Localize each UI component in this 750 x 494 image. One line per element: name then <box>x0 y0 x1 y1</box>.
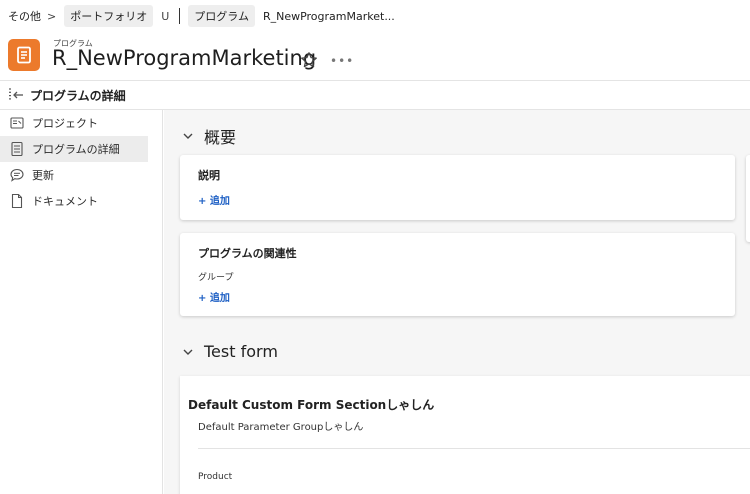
test-form-section-header[interactable]: Test form <box>182 342 278 361</box>
details-icon <box>11 141 23 157</box>
more-options-icon[interactable]: ••• <box>330 54 354 68</box>
description-card: 説明 + 追加 <box>180 155 735 220</box>
document-icon <box>8 39 40 71</box>
breadcrumb-portfolio[interactable]: ポートフォリオ <box>64 5 154 27</box>
chevron-down-icon <box>183 133 193 139</box>
project-icon <box>10 117 24 129</box>
overview-section-header[interactable]: 概要 <box>182 124 236 148</box>
breadcrumb-current: R_NewProgramMarket... <box>262 9 395 23</box>
group-label: グループ <box>198 273 234 283</box>
add-group-link[interactable]: + 追加 <box>198 289 230 304</box>
breadcrumb-more[interactable]: その他 <box>8 8 41 24</box>
breadcrumb: その他 > ポートフォリオ U プログラム R_NewProgramMarket… <box>0 0 750 32</box>
sidebar-item-label: プログラムの詳細 <box>32 143 120 156</box>
sidebar-item-projects[interactable]: プロジェクト <box>0 110 148 136</box>
section-title: 概要 <box>204 128 237 147</box>
sidebar: プロジェクト プログラムの詳細 更新 ドキュメント <box>0 110 163 494</box>
page-title: R_NewProgramMarketing <box>52 46 317 70</box>
form-section-title: Default Custom Form Sectionしゃしん <box>188 398 435 412</box>
card-title: プログラムの関連性 <box>198 247 297 260</box>
chevron-down-icon <box>183 349 193 355</box>
sidebar-item-label: プロジェクト <box>32 117 98 130</box>
program-relations-card: プログラムの関連性 グループ + 追加 <box>180 233 735 316</box>
sidebar-item-updates[interactable]: 更新 <box>0 162 148 188</box>
breadcrumb-portfolio-suffix: U <box>161 9 170 23</box>
panel-title: プログラムの詳細 <box>30 88 126 103</box>
parameter-group-title: Default Parameter Groupしゃしん <box>198 422 364 433</box>
sidebar-item-label: ドキュメント <box>32 195 98 208</box>
breadcrumb-program[interactable]: プログラム <box>188 5 255 27</box>
custom-form-card: Default Custom Form Sectionしゃしん Default … <box>180 376 750 494</box>
divider <box>198 448 750 449</box>
breadcrumb-divider <box>179 8 181 24</box>
file-icon <box>11 193 23 209</box>
collapse-panel-icon[interactable] <box>8 88 24 102</box>
breadcrumb-separator: > <box>47 9 57 23</box>
side-card-edge <box>746 155 750 242</box>
star-icon[interactable] <box>300 51 318 69</box>
sidebar-item-documents[interactable]: ドキュメント <box>0 188 148 214</box>
card-title: 説明 <box>198 169 220 182</box>
sidebar-item-label: 更新 <box>32 169 54 182</box>
section-title: Test form <box>204 342 278 361</box>
page-header: プログラム R_NewProgramMarketing ••• <box>0 32 750 80</box>
panel-header: プログラムの詳細 <box>0 80 750 110</box>
add-description-link[interactable]: + 追加 <box>198 192 230 207</box>
app-root: その他 > ポートフォリオ U プログラム R_NewProgramMarket… <box>0 0 750 494</box>
comment-icon <box>10 168 24 182</box>
sidebar-item-program-details[interactable]: プログラムの詳細 <box>0 136 148 162</box>
product-field-label: Product <box>198 472 233 482</box>
main-content: 概要 説明 + 追加 プログラムの関連性 グループ + 追加 Test form… <box>164 110 750 494</box>
